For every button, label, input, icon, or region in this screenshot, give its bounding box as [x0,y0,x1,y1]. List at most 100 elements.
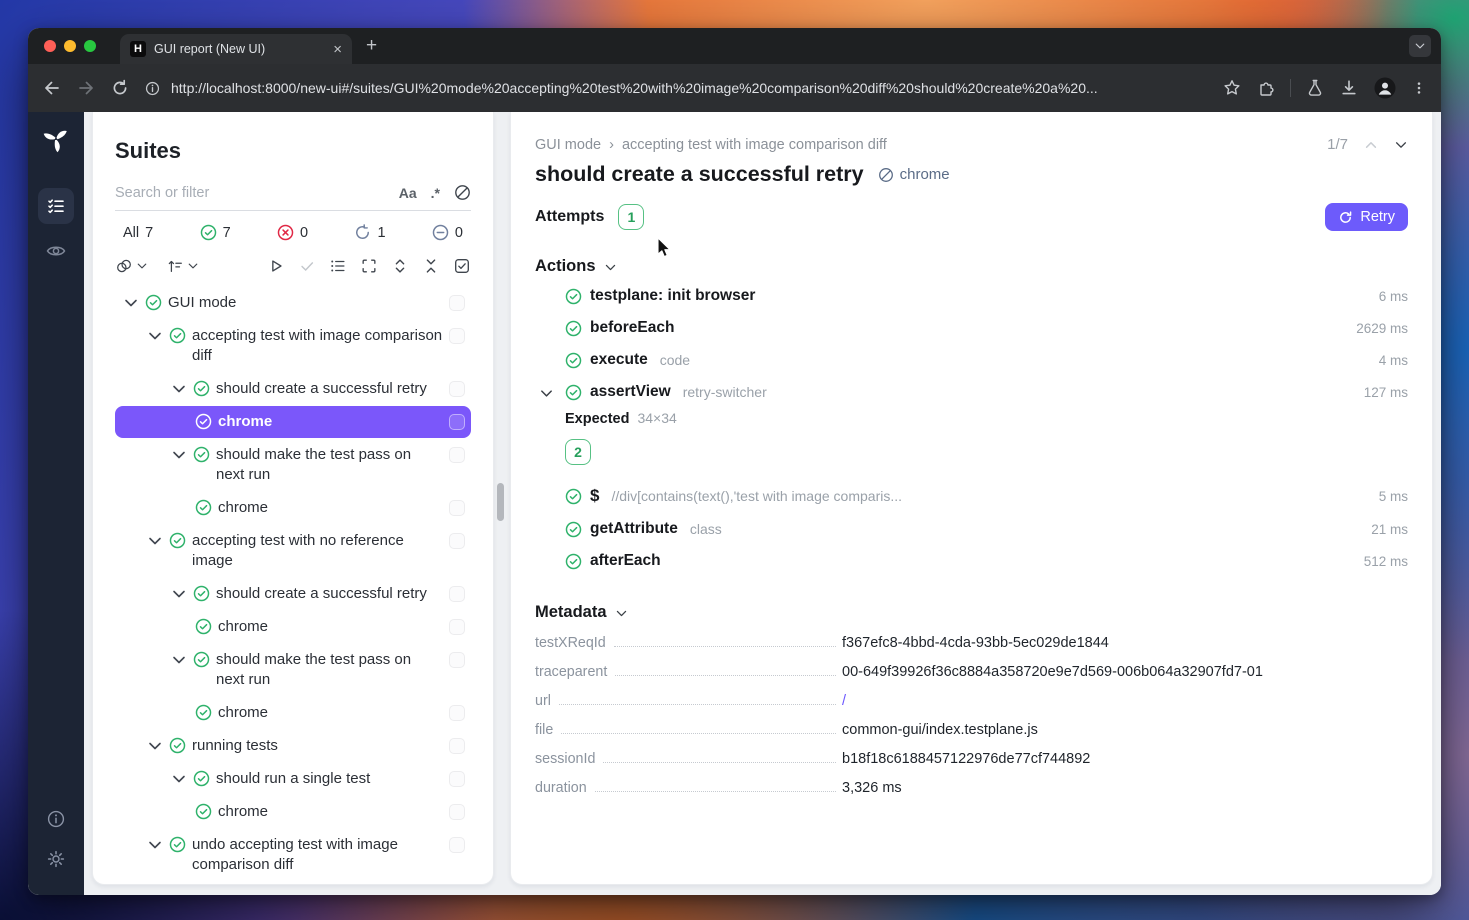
tree-row-checkbox[interactable] [449,414,465,430]
tree-row-label[interactable]: chrome [218,412,443,432]
tree-row[interactable]: chrome [115,492,471,524]
fullscreen-window-button[interactable] [84,40,96,52]
site-info-icon[interactable] [144,80,161,97]
action-row[interactable]: $ //div[contains(text(),'test with image… [535,479,1408,513]
back-icon[interactable] [42,78,62,98]
chevron-down-icon[interactable] [171,447,187,463]
tree-row[interactable]: chrome [115,796,471,828]
tree-row-checkbox[interactable] [449,586,465,602]
tab-search-chevron-icon[interactable] [1409,35,1431,57]
sidebar-item-suites[interactable] [38,188,74,224]
tree-row-label[interactable]: should create a successful retry [216,584,443,604]
tree-row[interactable]: accepting test with no reference image [115,525,471,577]
collapse-all-icon[interactable] [422,257,440,275]
tree-row-label[interactable]: should make the test pass on next run [216,445,443,485]
tree-row-label[interactable]: chrome [218,802,443,822]
tree-row[interactable]: should run a single test [115,763,471,795]
action-row[interactable]: assertView retry-switcher 127 ms [535,376,1408,408]
chevron-down-icon[interactable] [147,837,163,853]
chevron-down-icon[interactable] [147,533,163,549]
tree-row[interactable]: should create a successful retry [115,373,471,405]
filter-failed[interactable]: 0 [277,224,308,241]
sidebar-item-visual-checks[interactable] [45,240,67,262]
globe-slash-icon[interactable] [454,184,471,201]
tree-row-label[interactable]: running tests [192,736,443,756]
tree-row-label[interactable]: accepting test with no reference image [192,531,443,571]
retry-button[interactable]: Retry [1325,203,1408,231]
chevron-down-icon[interactable] [171,586,187,602]
tree-row[interactable]: should make the test pass on next run [115,644,471,696]
chevron-down-icon[interactable] [539,386,554,401]
tree-row-checkbox[interactable] [449,619,465,635]
chevron-down-icon[interactable] [171,381,187,397]
tree-row-checkbox[interactable] [449,381,465,397]
tree-row-checkbox[interactable] [449,771,465,787]
chevron-down-icon[interactable] [171,771,187,787]
tree-row[interactable]: should make the test pass on next run [115,439,471,491]
browser-tab[interactable]: H GUI report (New UI) × [120,34,352,64]
tree-row-checkbox[interactable] [449,328,465,344]
tree-row-checkbox[interactable] [449,533,465,549]
chevron-down-icon[interactable] [123,295,139,311]
match-case-button[interactable]: Aa [399,185,417,201]
tree-row-checkbox[interactable] [449,738,465,754]
close-tab-icon[interactable]: × [333,42,342,57]
tree-row-checkbox[interactable] [449,804,465,820]
tree-row-checkbox[interactable] [449,447,465,463]
action-row[interactable]: afterEach 512 ms [535,545,1408,577]
chevron-down-icon[interactable] [147,738,163,754]
tree-row-label[interactable]: chrome [218,498,443,518]
filter-all[interactable]: All 7 [123,225,153,241]
action-row[interactable]: testplane: init browser 6 ms [535,280,1408,312]
attempt-1-button[interactable]: 1 [618,204,644,230]
chevron-down-icon[interactable] [171,652,187,668]
profile-avatar-icon[interactable] [1373,76,1397,100]
tree-row-label[interactable]: undo accepting test with image compariso… [192,835,443,875]
tree-row-label[interactable]: should make the test pass on next run [216,650,443,690]
tree-row[interactable]: GUI mode [115,287,471,319]
new-tab-button[interactable]: + [366,35,377,57]
tree-row[interactable]: undo accepting test with image compariso… [115,829,471,881]
focus-selection-icon[interactable] [360,257,378,275]
chevron-down-icon[interactable] [147,328,163,344]
filter-passed[interactable]: 7 [200,224,231,241]
regex-button[interactable]: .* [431,185,440,201]
tree-row-checkbox[interactable] [449,705,465,721]
list-view-icon[interactable] [329,257,347,275]
tree-row-label[interactable]: chrome [218,703,443,723]
tree-row-checkbox[interactable] [449,837,465,853]
tree-row-label[interactable]: should run a single test [216,769,443,789]
tree-row[interactable]: chrome [115,697,471,729]
tree-row[interactable]: should create a successful retry [115,578,471,610]
breadcrumb-subsuite[interactable]: accepting test with image comparison dif… [622,137,887,153]
reload-icon[interactable] [110,78,130,98]
tree-row-checkbox[interactable] [449,295,465,311]
run-tests-icon[interactable] [267,257,285,275]
browsers-filter-dropdown[interactable] [115,257,148,275]
actions-section-header[interactable]: Actions [535,257,1408,276]
attempt-2-button[interactable]: 2 [565,439,591,465]
address-bar[interactable]: http://localhost:8000/new-ui#/suites/GUI… [144,80,1208,97]
tree-row-label[interactable]: accepting test with image comparison dif… [192,326,443,366]
forward-icon[interactable] [76,78,96,98]
browser-badge[interactable]: chrome [878,166,950,183]
action-row[interactable]: execute code 4 ms [535,344,1408,376]
downloads-icon[interactable] [1339,78,1359,98]
tree-row[interactable]: running tests [115,730,471,762]
settings-gear-icon[interactable] [46,849,66,869]
tree-row-label[interactable]: should create a successful retry [216,379,443,399]
menu-dots-icon[interactable] [1411,78,1427,98]
accept-check-icon[interactable] [298,257,316,275]
filter-skipped[interactable]: 0 [432,224,463,241]
tree-row[interactable]: chrome [115,406,471,438]
close-window-button[interactable] [44,40,56,52]
tree-row[interactable]: chrome [115,611,471,643]
url-text[interactable]: http://localhost:8000/new-ui#/suites/GUI… [171,80,1098,96]
sort-dropdown[interactable] [166,257,199,275]
tree-row-label[interactable]: GUI mode [168,293,443,313]
labs-flask-icon[interactable] [1305,78,1325,98]
next-test-chevron-icon[interactable] [1394,138,1408,152]
minimize-window-button[interactable] [64,40,76,52]
action-row[interactable]: getAttribute class 21 ms [535,513,1408,545]
breadcrumb-suite[interactable]: GUI mode [535,137,601,153]
